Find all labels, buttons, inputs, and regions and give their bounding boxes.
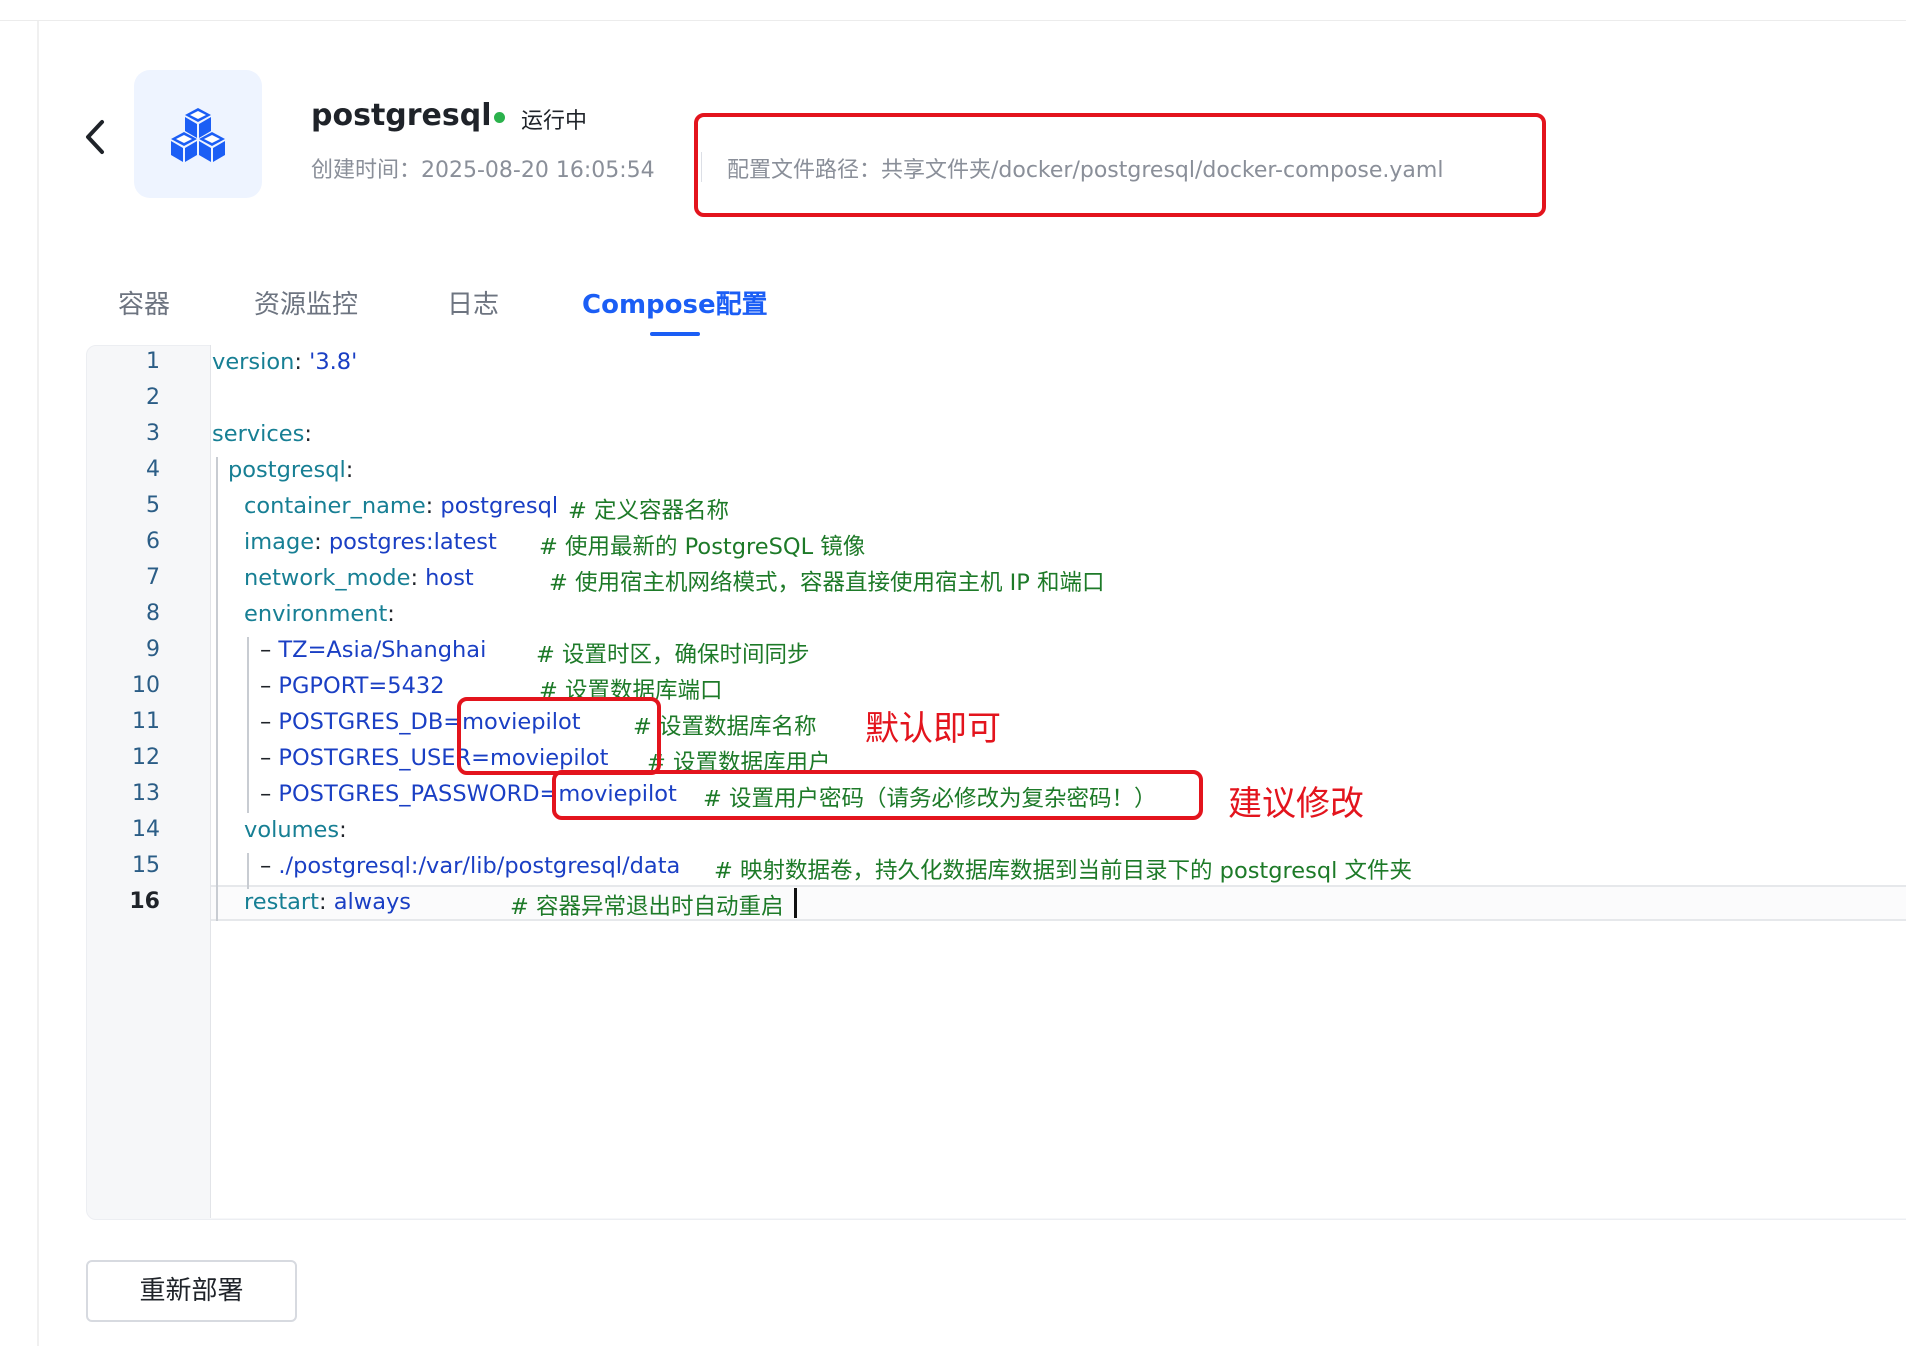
indent-guide [216,457,218,921]
line-number: 2 [146,385,160,410]
text-cursor [794,888,797,918]
yaml-dash: – [260,781,272,807]
yaml-value: PGPORT=5432 [278,673,445,699]
code-line: environment: [244,601,395,627]
yaml-comment: # 设置时区，确保时间同步 [536,642,810,668]
yaml-colon: : [319,889,334,915]
annotation-box-config-path [694,113,1546,217]
yaml-key: restart [244,889,320,915]
yaml-key: volumes [244,817,340,843]
yaml-value: '3.8' [309,349,358,375]
code-line: network_mode: host [244,565,474,591]
line-number: 13 [132,781,160,806]
yaml-comment: # 使用最新的 PostgreSQL 镜像 [539,534,866,560]
yaml-colon: : [314,529,329,555]
line-number: 6 [146,529,160,554]
yaml-comment: # 使用宿主机网络模式，容器直接使用宿主机 IP 和端口 [549,570,1105,596]
yaml-key: services [212,421,305,447]
yaml-colon: : [387,601,395,627]
line-number-current: 16 [129,889,160,914]
app-icon-tile [134,70,262,198]
yaml-dash: – [260,709,272,735]
yaml-colon: : [304,421,312,447]
top-divider [0,20,1906,21]
status-label: 运行中 [521,109,588,134]
line-number: 15 [132,853,160,878]
yaml-value: postgres:latest [328,529,497,555]
line-number: 7 [146,565,160,590]
status-indicator [494,112,505,123]
code-line: image: postgres:latest [244,529,497,555]
tab-resource-monitor[interactable]: 资源监控 [254,284,358,321]
code-line: container_name: postgresql [244,493,558,519]
yaml-value: TZ=Asia/Shanghai [278,637,487,663]
yaml-key: version [212,349,295,375]
yaml-key: image [244,529,315,555]
yaml-comment: # 映射数据卷，持久化数据库数据到当前目录下的 postgresql 文件夹 [714,858,1413,884]
line-number: 10 [132,673,160,698]
created-time: 创建时间：2025-08-20 16:05:54 [311,158,655,183]
line-number: 4 [146,457,160,482]
yaml-key: network_mode [244,565,411,591]
indent-guide [247,637,249,813]
line-number: 12 [132,745,160,770]
indent-guide [247,853,249,889]
code-line: services: [212,421,312,447]
yaml-dash: – [260,745,272,771]
active-line-highlight [211,885,1906,921]
line-number: 1 [146,349,160,374]
yaml-colon: : [425,493,441,519]
active-tab-indicator [650,332,700,336]
code-line: – PGPORT=5432 [260,673,445,699]
code-line: – ./postgresql:/var/lib/postgresql/data [260,853,680,879]
tab-containers[interactable]: 容器 [118,284,170,321]
yaml-key: container_name [244,493,426,519]
redeploy-button[interactable]: 重新部署 [86,1260,297,1322]
line-number: 8 [146,601,160,626]
yaml-colon: : [294,349,310,375]
yaml-colon: : [339,817,347,843]
left-divider [37,21,39,1346]
yaml-value: host [425,565,474,591]
code-line: – TZ=Asia/Shanghai [260,637,486,663]
code-line: postgresql: [228,457,353,483]
yaml-colon: : [345,457,354,483]
app-name: postgresql [311,98,492,133]
line-number: 11 [132,709,160,734]
annotation-suggest-modify: 建议修改 [1228,784,1364,824]
gutter-divider [210,345,211,1218]
yaml-key: postgresql [228,457,346,483]
line-number: 3 [146,421,160,446]
annotation-box-db-user [457,697,661,775]
cubes-icon [171,108,225,162]
code-line: version: '3.8' [212,349,357,375]
yaml-value: always [333,889,412,915]
chevron-left-icon [86,120,104,154]
tab-compose-config[interactable]: Compose配置 [582,284,768,321]
yaml-dash: – [260,673,272,699]
line-number: 14 [132,817,160,842]
annotation-default-ok: 默认即可 [865,709,1001,749]
yaml-dash: – [260,637,272,663]
yaml-comment: # 容器异常退出时自动重启 [510,894,784,920]
code-line: restart: always [244,889,411,915]
yaml-key: environment [244,601,388,627]
yaml-dash: – [260,853,272,879]
yaml-colon: : [410,565,426,591]
tab-logs[interactable]: 日志 [447,284,499,321]
code-line: volumes: [244,817,347,843]
annotation-box-password [552,770,1203,820]
line-number: 9 [146,637,160,662]
yaml-comment: # 定义容器名称 [568,498,730,524]
yaml-value: ./postgresql:/var/lib/postgresql/data [278,853,681,879]
yaml-value: postgresql [440,493,559,519]
line-number: 5 [146,493,160,518]
back-button[interactable] [78,112,118,162]
